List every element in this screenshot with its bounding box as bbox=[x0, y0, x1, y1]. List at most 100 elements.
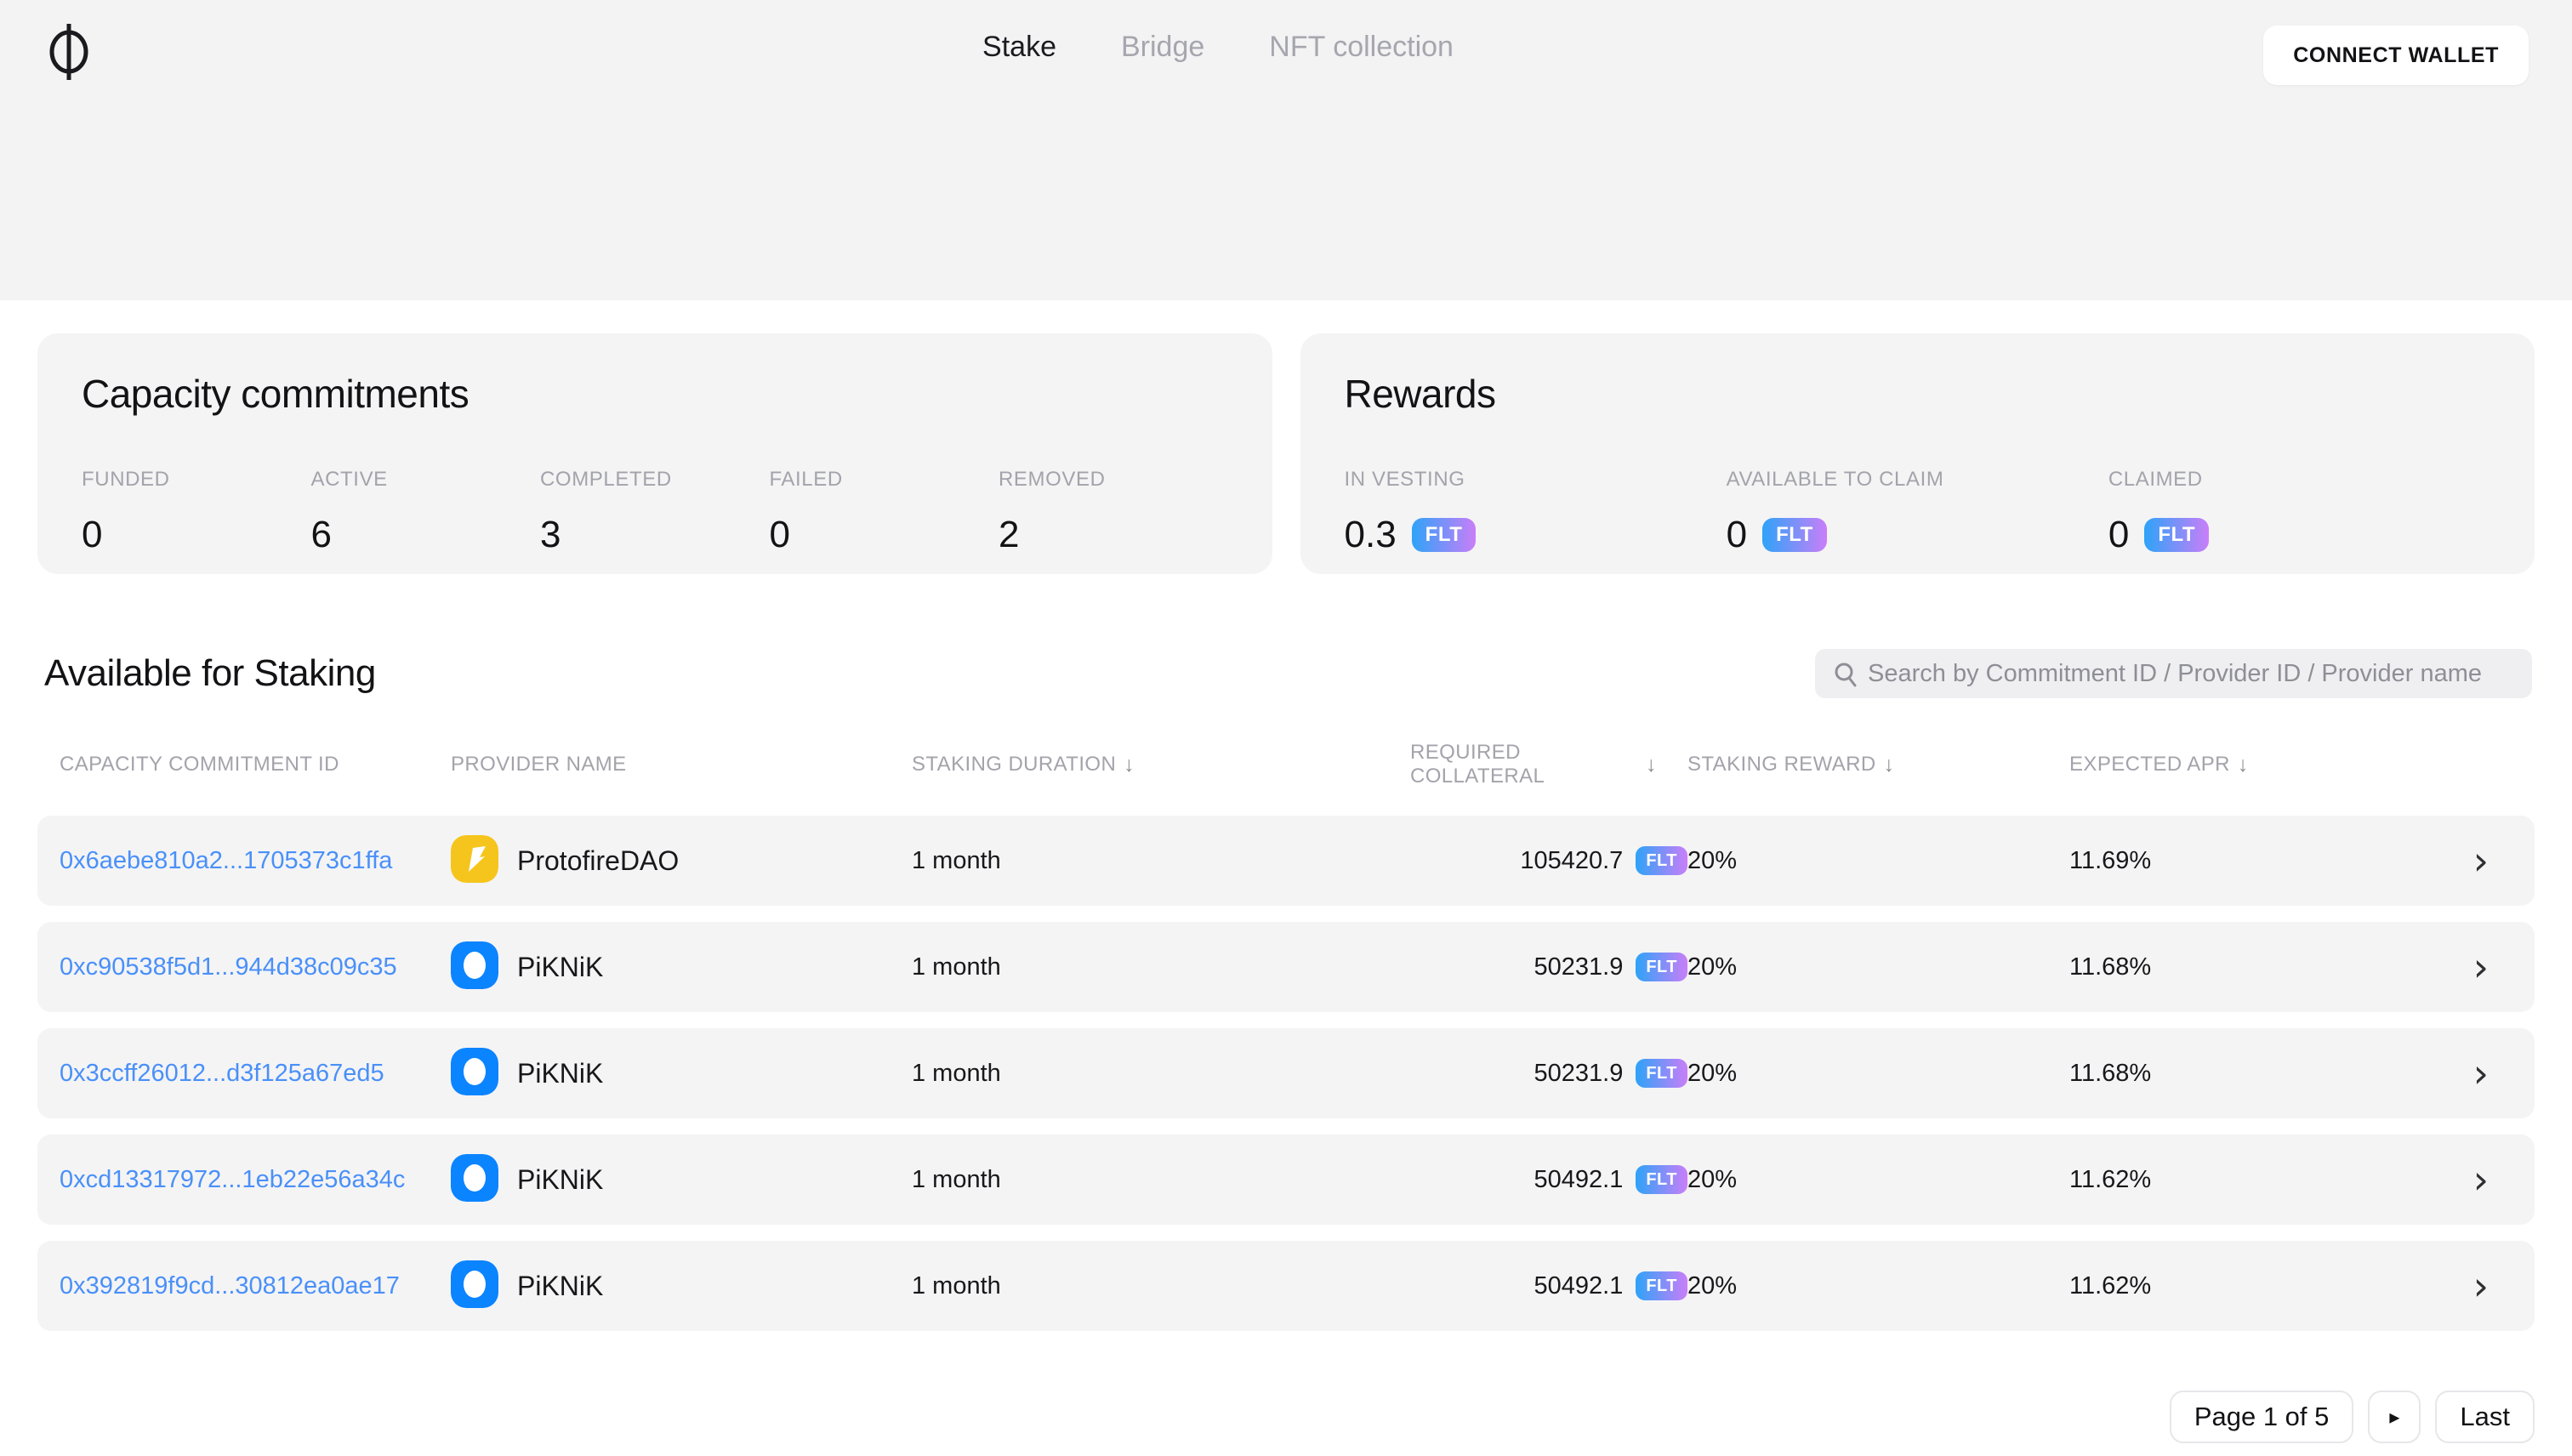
provider-avatar bbox=[451, 1047, 498, 1100]
stat-active: ACTIVE 6 bbox=[311, 468, 541, 556]
commitment-id-link[interactable]: 0xc90538f5d1...944d38c09c35 bbox=[60, 953, 451, 981]
collateral-value: 50231.9 bbox=[1534, 1059, 1624, 1087]
stat-label: ACTIVE bbox=[310, 468, 388, 491]
commitment-id-link[interactable]: 0x6aebe810a2...1705373c1ffa bbox=[60, 847, 451, 875]
sort-desc-icon[interactable]: ↓ bbox=[1884, 753, 1895, 777]
rewards-card: Rewards IN VESTING 0.3 FLT AVAILABLE TO … bbox=[1300, 333, 2535, 574]
sort-desc-icon[interactable]: ↓ bbox=[2238, 753, 2249, 777]
commitment-id-link[interactable]: 0xcd13317972...1eb22e56a34c bbox=[60, 1166, 451, 1194]
row-chevron-right-icon[interactable]: › bbox=[2473, 947, 2535, 987]
stat-value: 0 FLT bbox=[1727, 514, 2108, 556]
col-header-staking-duration[interactable]: STAKING DURATION ↓ bbox=[912, 753, 1410, 777]
page-indicator-button[interactable]: Page 1 of 5 bbox=[2169, 1391, 2354, 1443]
flt-token-badge: FLT bbox=[1636, 1165, 1687, 1194]
available-for-staking-title: Available for Staking bbox=[44, 652, 376, 694]
provider-avatar bbox=[451, 1153, 498, 1206]
row-chevron-right-icon[interactable]: › bbox=[2473, 1054, 2535, 1093]
capacity-card-title: Capacity commitments bbox=[82, 372, 469, 416]
row-chevron-right-icon[interactable]: › bbox=[2473, 841, 2535, 880]
flt-token-badge: FLT bbox=[1636, 846, 1687, 875]
col-header-provider-name: PROVIDER NAME bbox=[451, 753, 912, 776]
staking-duration-value: 1 month bbox=[912, 1165, 1001, 1193]
provider-cell: PiKNiK bbox=[451, 1153, 912, 1206]
rewards-card-title: Rewards bbox=[1344, 372, 1497, 416]
table-header-row: CAPACITY COMMITMENT ID PROVIDER NAME STA… bbox=[37, 741, 2535, 788]
staking-duration-value: 1 month bbox=[912, 846, 1001, 874]
staking-duration-value: 1 month bbox=[912, 953, 1001, 981]
col-header-required-collateral[interactable]: REQUIRED COLLATERAL ↓ bbox=[1410, 741, 1687, 788]
capacity-commitments-card: Capacity commitments FUNDED 0 ACTIVE 6 C… bbox=[37, 333, 1272, 574]
expected-apr-value: 11.69% bbox=[2069, 846, 2152, 874]
last-page-button[interactable]: Last bbox=[2435, 1391, 2535, 1443]
staking-section-head: Available for Staking bbox=[44, 649, 2532, 698]
stat-label: CLAIMED bbox=[2108, 468, 2203, 491]
collateral-value: 50231.9 bbox=[1534, 953, 1624, 981]
table-row[interactable]: 0x6aebe810a2...1705373c1ffa ProtofireDAO… bbox=[37, 816, 2535, 906]
sort-desc-icon[interactable]: ↓ bbox=[1646, 753, 1657, 777]
commitment-id-link[interactable]: 0x3ccff26012...d3f125a67ed5 bbox=[60, 1060, 451, 1088]
provider-cell: PiKNiK bbox=[451, 1260, 912, 1312]
staking-reward-value: 20% bbox=[1687, 1059, 1738, 1087]
stat-label: IN VESTING bbox=[1344, 468, 1465, 491]
expected-apr-value: 11.68% bbox=[2069, 953, 2152, 981]
capacity-stats: FUNDED 0 ACTIVE 6 COMPLETED 3 FAILED 0 R… bbox=[82, 468, 1228, 556]
nav-tab-bridge[interactable]: Bridge bbox=[1121, 31, 1204, 64]
col-header-staking-reward[interactable]: STAKING REWARD ↓ bbox=[1687, 753, 2069, 777]
provider-avatar bbox=[451, 941, 498, 993]
required-collateral-cell: 105420.7 FLT bbox=[1410, 846, 1687, 875]
main-nav: Stake Bridge NFT collection bbox=[982, 31, 1454, 64]
flt-token-badge: FLT bbox=[2144, 518, 2210, 552]
collateral-value: 50492.1 bbox=[1534, 1165, 1624, 1193]
table-row[interactable]: 0x392819f9cd...30812ea0ae17 PiKNiK 1 mon… bbox=[37, 1241, 2535, 1331]
flt-token-badge: FLT bbox=[1636, 953, 1687, 981]
table-row[interactable]: 0xc90538f5d1...944d38c09c35 PiKNiK 1 mon… bbox=[37, 922, 2535, 1012]
col-header-label: PROVIDER NAME bbox=[451, 753, 627, 776]
table-row[interactable]: 0xcd13317972...1eb22e56a34c PiKNiK 1 mon… bbox=[37, 1135, 2535, 1225]
sort-desc-icon[interactable]: ↓ bbox=[1124, 753, 1135, 777]
stat-in-vesting: IN VESTING 0.3 FLT bbox=[1345, 468, 1727, 556]
required-collateral-cell: 50231.9 FLT bbox=[1410, 953, 1687, 981]
required-collateral-cell: 50492.1 FLT bbox=[1410, 1165, 1687, 1194]
staking-reward-value: 20% bbox=[1687, 846, 1738, 874]
stat-label: FAILED bbox=[769, 468, 843, 491]
provider-cell: PiKNiK bbox=[451, 1047, 912, 1100]
expected-apr-value: 11.62% bbox=[2069, 1271, 2152, 1300]
stat-value: 0 FLT bbox=[2108, 514, 2490, 556]
table-row[interactable]: 0x3ccff26012...d3f125a67ed5 PiKNiK 1 mon… bbox=[37, 1028, 2535, 1118]
provider-cell: ProtofireDAO bbox=[451, 834, 912, 887]
stat-number: 0 bbox=[2108, 514, 2130, 555]
nav-tab-stake[interactable]: Stake bbox=[982, 31, 1056, 64]
commitment-id-link[interactable]: 0x392819f9cd...30812ea0ae17 bbox=[60, 1272, 451, 1300]
staking-duration-value: 1 month bbox=[912, 1271, 1001, 1300]
required-collateral-cell: 50231.9 FLT bbox=[1410, 1059, 1687, 1088]
provider-avatar bbox=[451, 1260, 498, 1312]
staking-reward-value: 20% bbox=[1687, 1271, 1738, 1300]
collateral-value: 50492.1 bbox=[1534, 1271, 1624, 1300]
search-input[interactable] bbox=[1815, 649, 2532, 698]
nav-tab-nft-collection[interactable]: NFT collection bbox=[1269, 31, 1454, 64]
fluence-logo-icon[interactable] bbox=[48, 22, 90, 86]
stat-claimed: CLAIMED 0 FLT bbox=[2108, 468, 2490, 556]
expected-apr-value: 11.62% bbox=[2069, 1165, 2152, 1193]
staking-reward-value: 20% bbox=[1687, 1165, 1738, 1193]
connect-wallet-button[interactable]: CONNECT WALLET bbox=[2263, 26, 2529, 85]
stat-value: 6 bbox=[310, 514, 332, 555]
provider-cell: PiKNiK bbox=[451, 941, 912, 993]
stat-value: 3 bbox=[540, 514, 561, 555]
row-chevron-right-icon[interactable]: › bbox=[2473, 1266, 2535, 1305]
stat-label: REMOVED bbox=[999, 468, 1106, 491]
stat-funded: FUNDED 0 bbox=[82, 468, 311, 556]
flt-token-badge: FLT bbox=[1636, 1271, 1687, 1300]
flt-token-badge: FLT bbox=[1636, 1059, 1687, 1088]
rewards-stats: IN VESTING 0.3 FLT AVAILABLE TO CLAIM 0 … bbox=[1345, 468, 2491, 556]
provider-name: ProtofireDAO bbox=[517, 845, 680, 876]
row-chevron-right-icon[interactable]: › bbox=[2473, 1160, 2535, 1199]
col-header-expected-apr[interactable]: EXPECTED APR ↓ bbox=[2069, 753, 2450, 777]
stat-value: 2 bbox=[999, 514, 1020, 555]
col-header-label: EXPECTED APR bbox=[2069, 753, 2230, 776]
stat-available-to-claim: AVAILABLE TO CLAIM 0 FLT bbox=[1727, 468, 2108, 556]
expected-apr-value: 11.68% bbox=[2069, 1059, 2152, 1087]
table-body: 0x6aebe810a2...1705373c1ffa ProtofireDAO… bbox=[37, 816, 2535, 1331]
provider-avatar bbox=[451, 834, 498, 887]
next-page-button[interactable]: ▸ bbox=[2368, 1391, 2421, 1443]
